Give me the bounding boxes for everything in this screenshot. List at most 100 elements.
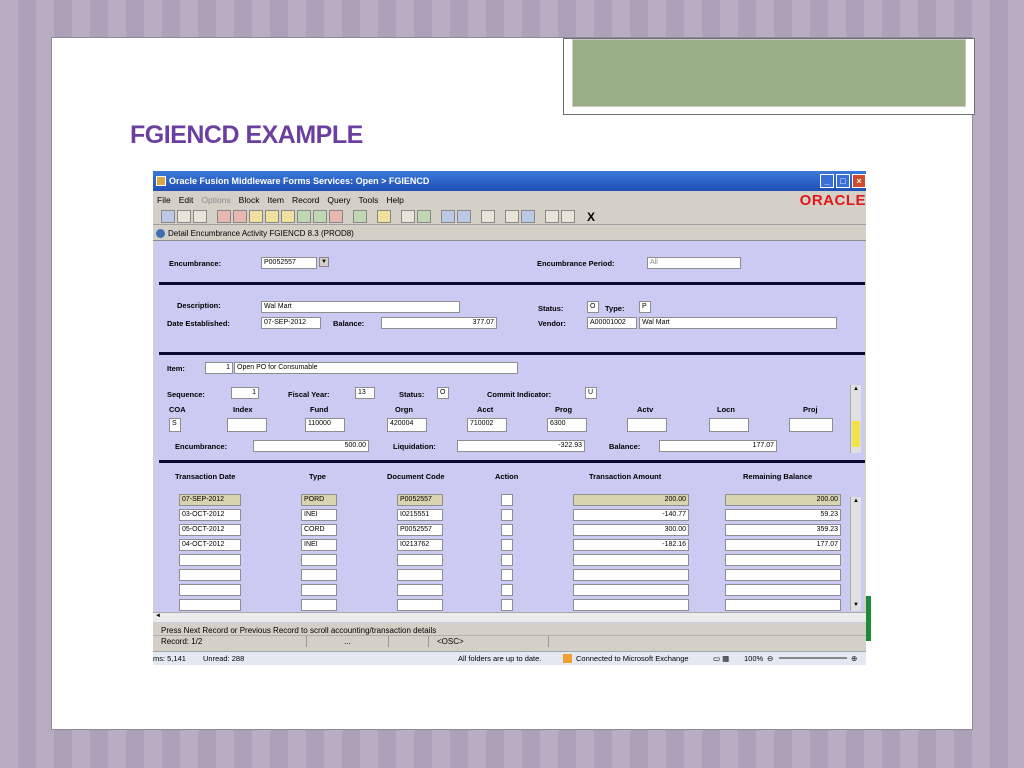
previous-item-icon[interactable]: [481, 210, 495, 223]
rollback-icon[interactable]: [177, 210, 191, 223]
cell-date[interactable]: [179, 584, 241, 596]
enter-query-icon[interactable]: [313, 210, 327, 223]
coa-field-fund[interactable]: 110000: [305, 418, 345, 432]
cell-type[interactable]: INEI: [301, 539, 337, 551]
cell-remaining[interactable]: 177.07: [725, 539, 841, 551]
encumbrance-dropdown-icon[interactable]: ▼: [319, 257, 329, 267]
list-icon[interactable]: [457, 210, 471, 223]
coa-field-index[interactable]: [227, 418, 267, 432]
cell-remaining[interactable]: [725, 554, 841, 566]
cell-action[interactable]: [501, 539, 513, 551]
zoom-slider[interactable]: [779, 657, 847, 659]
cell-amount[interactable]: 200.00: [573, 494, 689, 506]
item-encumbrance-field[interactable]: 500.00: [253, 440, 369, 452]
menu-item-tools[interactable]: Tools: [359, 193, 379, 207]
help-icon[interactable]: [545, 210, 559, 223]
cell-date[interactable]: 07-SEP-2012: [179, 494, 241, 506]
cell-amount[interactable]: 300.00: [573, 524, 689, 536]
minimize-button[interactable]: _: [820, 174, 834, 188]
item-description-field[interactable]: Open PO for Consumable: [234, 362, 518, 374]
description-field[interactable]: Wal Mart: [261, 301, 460, 313]
execute-query-icon[interactable]: [353, 210, 367, 223]
cell-type[interactable]: [301, 569, 337, 581]
maximize-button[interactable]: □: [836, 174, 850, 188]
item-status-field[interactable]: O: [437, 387, 449, 399]
transaction-scrollbar[interactable]: ▲ ▼: [850, 497, 861, 611]
cell-remaining[interactable]: 59.23: [725, 509, 841, 521]
menu-item-record[interactable]: Record: [292, 193, 319, 207]
cell-amount[interactable]: [573, 584, 689, 596]
coa-field-prog[interactable]: 6300: [547, 418, 587, 432]
vendor-name-field[interactable]: Wal Mart: [639, 317, 837, 329]
cell-action[interactable]: [501, 554, 513, 566]
insert-record-icon[interactable]: [377, 210, 391, 223]
previous-record-icon[interactable]: [281, 210, 295, 223]
menu-item-file[interactable]: File: [157, 193, 171, 207]
cell-amount[interactable]: [573, 599, 689, 611]
cell-action[interactable]: [501, 569, 513, 581]
cell-type[interactable]: PORD: [301, 494, 337, 506]
menu-item-query[interactable]: Query: [327, 193, 350, 207]
cell-doc[interactable]: [397, 599, 443, 611]
cell-remaining[interactable]: 359.23: [725, 524, 841, 536]
coa-field-locn[interactable]: [709, 418, 749, 432]
menu-item-edit[interactable]: Edit: [179, 193, 194, 207]
cell-action[interactable]: [501, 509, 513, 521]
previous-block-icon[interactable]: [249, 210, 263, 223]
encumbrance-period-select[interactable]: All: [647, 257, 741, 269]
horizontal-scrollbar[interactable]: ◄: [153, 612, 866, 622]
exit-block-icon[interactable]: [233, 210, 247, 223]
item-scrollbar-thumb[interactable]: [852, 421, 860, 447]
balance-field[interactable]: 377.07: [381, 317, 497, 329]
cell-amount[interactable]: [573, 569, 689, 581]
date-established-field[interactable]: 07-SEP-2012: [261, 317, 321, 329]
menu-item-options[interactable]: Options: [201, 193, 230, 207]
close-button[interactable]: ×: [852, 174, 866, 188]
cell-action[interactable]: [501, 584, 513, 596]
item-scrollbar[interactable]: ▲: [850, 385, 861, 453]
cell-doc[interactable]: I0213762: [397, 539, 443, 551]
menu-item-block[interactable]: Block: [239, 193, 260, 207]
select-icon[interactable]: [217, 210, 231, 223]
delete-record-icon[interactable]: [329, 210, 343, 223]
menu-item-item[interactable]: Item: [267, 193, 284, 207]
coa-field-proj[interactable]: [789, 418, 833, 432]
cell-type[interactable]: INEI: [301, 509, 337, 521]
save-icon[interactable]: [161, 210, 175, 223]
cell-doc[interactable]: [397, 554, 443, 566]
coa-field-actv[interactable]: [627, 418, 667, 432]
zoom-in-icon[interactable]: ⊕: [851, 654, 857, 663]
coa-field-acct[interactable]: 710002: [467, 418, 507, 432]
next-record-icon[interactable]: [297, 210, 311, 223]
cell-type[interactable]: CORD: [301, 524, 337, 536]
navigate-icon[interactable]: [505, 210, 519, 223]
lightbulb-icon[interactable]: [561, 210, 575, 223]
duplicate-icon[interactable]: [521, 210, 535, 223]
cell-doc[interactable]: [397, 569, 443, 581]
vendor-id-field[interactable]: A00001002: [587, 317, 637, 329]
search-icon[interactable]: [401, 210, 415, 223]
cell-doc[interactable]: P0052557: [397, 494, 443, 506]
coa-field-coa[interactable]: S: [169, 418, 181, 432]
sequence-field[interactable]: 1: [231, 387, 259, 399]
next-block-icon[interactable]: [265, 210, 279, 223]
cell-doc[interactable]: I0215551: [397, 509, 443, 521]
coa-field-orgn[interactable]: 420004: [387, 418, 427, 432]
cell-doc[interactable]: P0052557: [397, 524, 443, 536]
print-icon[interactable]: [193, 210, 207, 223]
cell-date[interactable]: [179, 554, 241, 566]
item-number-field[interactable]: 1: [205, 362, 233, 374]
menu-item-help[interactable]: Help: [386, 193, 403, 207]
cell-action[interactable]: [501, 494, 513, 506]
cell-date[interactable]: [179, 569, 241, 581]
commit-indicator-field[interactable]: U: [585, 387, 597, 399]
liquidation-field[interactable]: -322.93: [457, 440, 585, 452]
cell-remaining[interactable]: [725, 599, 841, 611]
header-status-field[interactable]: O: [587, 301, 599, 313]
cell-remaining[interactable]: [725, 584, 841, 596]
exit-icon[interactable]: X: [587, 210, 595, 224]
type-field[interactable]: P: [639, 301, 651, 313]
cell-date[interactable]: 05-OCT-2012: [179, 524, 241, 536]
view-icons[interactable]: ▭ ▦: [713, 654, 729, 663]
fiscal-year-field[interactable]: 13: [355, 387, 375, 399]
